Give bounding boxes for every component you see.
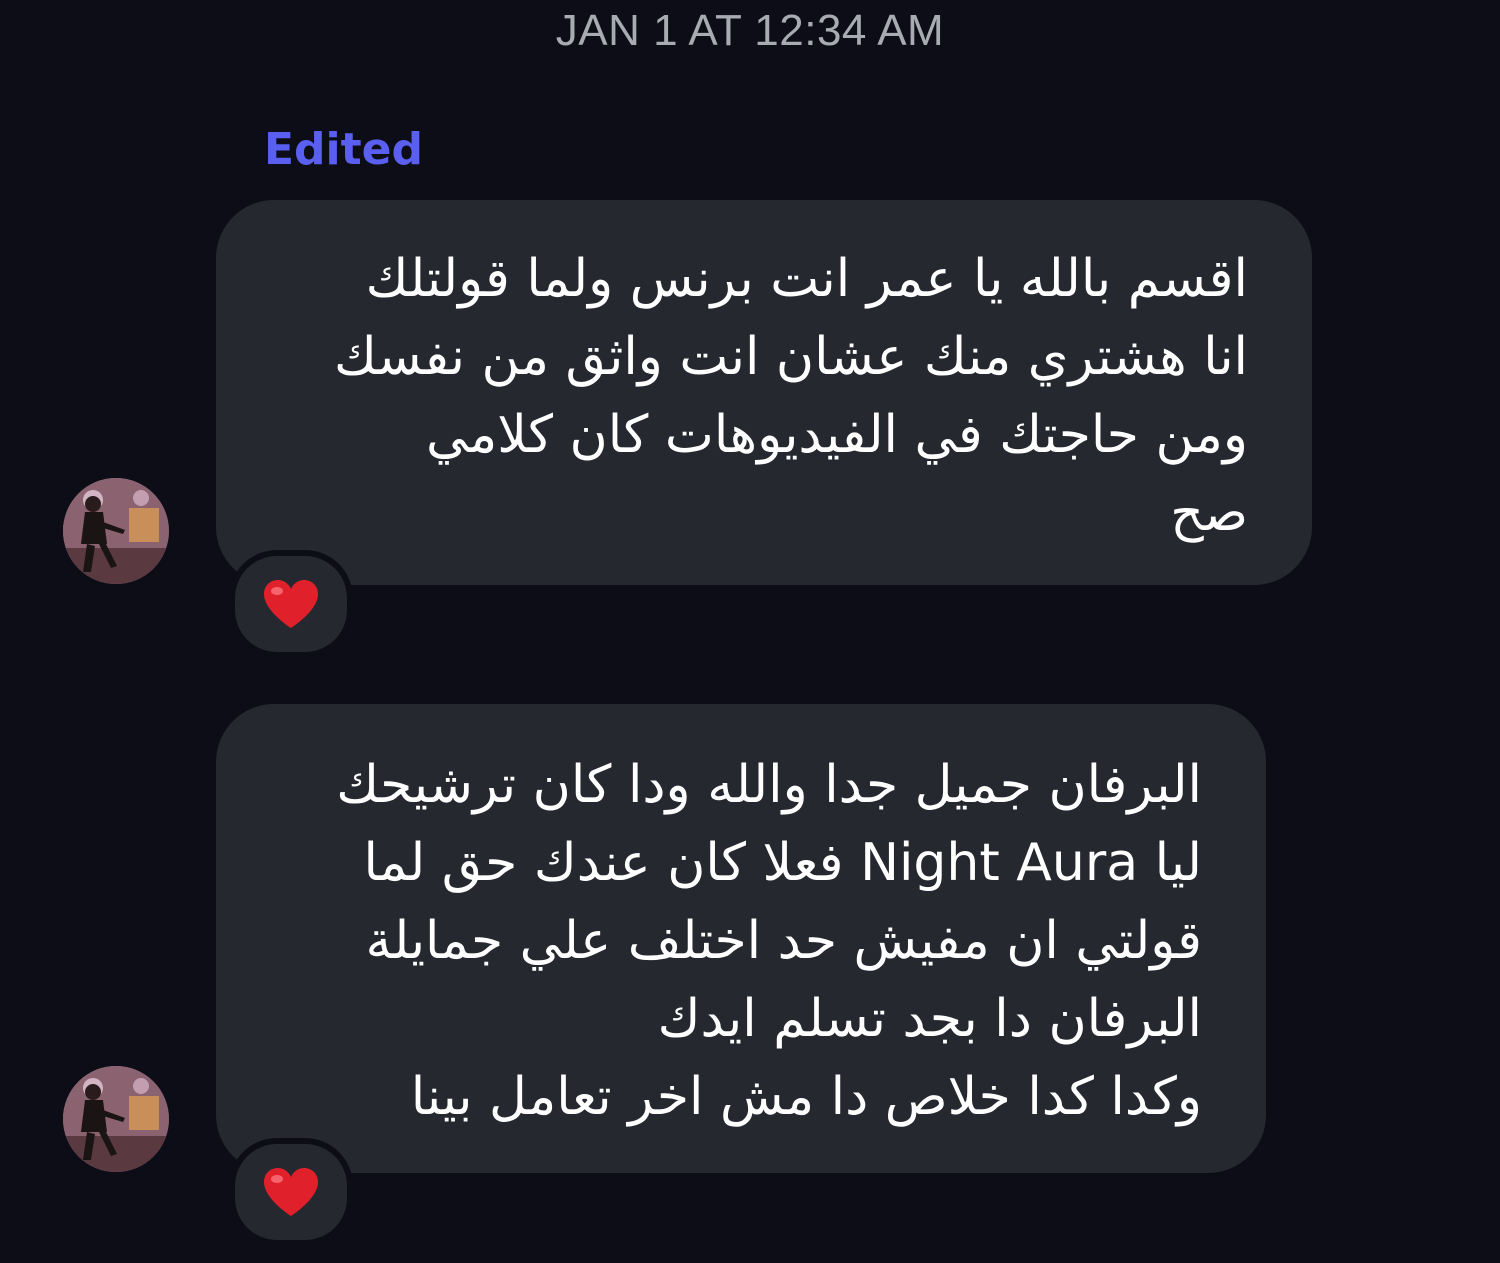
message-text-line: قولتي ان مفيش حد اختلف علي جمايلة bbox=[365, 911, 1202, 971]
message-bubble[interactable]: اقسم بالله يا عمر انت برنس ولما قولتلك ا… bbox=[216, 200, 1312, 585]
edited-label: Edited bbox=[264, 124, 424, 175]
message-text-line: اقسم بالله يا عمر انت برنس ولما قولتلك bbox=[365, 249, 1248, 309]
message-text-line: ليا Night Aura فعلا كان عندك حق لما bbox=[363, 833, 1202, 893]
heart-icon bbox=[264, 1168, 318, 1216]
message-text-line: البرفان جميل جدا والله ودا كان ترشيحك bbox=[336, 755, 1202, 815]
message-text-line: وكدا كدا خلاص دا مش اخر تعامل بينا bbox=[410, 1067, 1202, 1127]
heart-reaction[interactable] bbox=[229, 1138, 353, 1246]
message-bubble[interactable]: البرفان جميل جدا والله ودا كان ترشيحك لي… bbox=[216, 704, 1266, 1173]
sender-avatar[interactable] bbox=[63, 1066, 169, 1172]
avatar-photo bbox=[63, 1066, 169, 1172]
heart-reaction[interactable] bbox=[229, 550, 353, 658]
heart-icon bbox=[264, 580, 318, 628]
message-text-line: ومن حاجتك في الفيديوهات كان كلامي bbox=[426, 405, 1248, 465]
sender-avatar[interactable] bbox=[63, 478, 169, 584]
message-text-line: البرفان دا بجد تسلم ايدك bbox=[657, 989, 1202, 1049]
message-text-line: صح bbox=[1170, 483, 1248, 543]
avatar-photo bbox=[63, 478, 169, 584]
message-timestamp: JAN 1 AT 12:34 AM bbox=[555, 6, 945, 55]
message-text-line: انا هشتري منك عشان انت واثق من نفسك bbox=[334, 327, 1248, 387]
